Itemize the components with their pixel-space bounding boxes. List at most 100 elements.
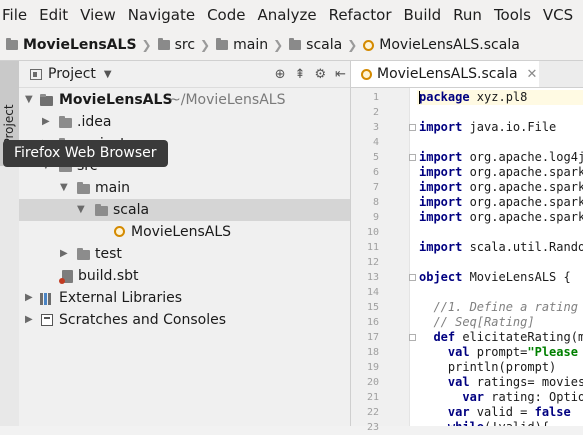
- breadcrumb-project-label: MovieLensALS: [23, 37, 137, 53]
- collapsed-arrow-icon[interactable]: ▶: [25, 287, 33, 309]
- code-token: //1. Define a rating e: [419, 300, 583, 314]
- code-line: import org.apache.spark: [419, 165, 583, 180]
- expanded-arrow-icon[interactable]: ▼: [60, 177, 68, 199]
- code-token: object: [419, 270, 463, 284]
- line-number: 14: [366, 287, 379, 298]
- hide-panel-icon[interactable]: ⇤: [335, 67, 346, 82]
- tree-item-path: ~/MovieLensALS: [169, 92, 286, 108]
- collapsed-arrow-icon[interactable]: ▶: [25, 309, 33, 331]
- tree-item-label: MovieLensALS: [59, 92, 173, 108]
- breadcrumb-main[interactable]: main: [210, 37, 268, 53]
- menu-window[interactable]: Wi: [579, 0, 583, 30]
- line-number-gutter: 1 2 3 4 5 6 7 8 9 10 11 12 13 14 15 16 17 18 19 20 21 22 23: [351, 88, 410, 433]
- line-number: 10: [366, 227, 379, 238]
- panel-toolbar: ⊕ ⇞ ⚙ ⇤: [275, 61, 346, 87]
- line-number: 1: [372, 92, 379, 103]
- menu-tools[interactable]: Tools: [488, 0, 537, 30]
- code-line: var valid = false: [419, 405, 571, 420]
- breadcrumb: MovieLensALS ❯ src ❯ main ❯ scala ❯ Movi…: [0, 30, 583, 61]
- code-line: object MovieLensALS {: [419, 270, 571, 285]
- code-token: import: [419, 180, 463, 194]
- menu-analyze[interactable]: Analyze: [251, 0, 322, 30]
- code-token: import: [419, 120, 463, 134]
- breadcrumb-file-label: MovieLensALS.scala: [379, 37, 520, 53]
- expanded-arrow-icon[interactable]: ▼: [25, 89, 33, 111]
- tree-item-label: External Libraries: [59, 290, 182, 306]
- collapse-all-icon[interactable]: ⇞: [295, 67, 306, 82]
- project-panel: Project ▼ ⊕ ⇞ ⚙ ⇤ ▼ MovieLensALS ~/Movie…: [19, 61, 351, 426]
- tree-item-main[interactable]: ▼ main: [19, 177, 350, 199]
- fold-marker-icon[interactable]: [409, 154, 416, 161]
- project-icon: [30, 68, 42, 80]
- tool-window-strip: 1: Project: [0, 61, 20, 426]
- code-token: import: [419, 195, 463, 209]
- menu-code[interactable]: Code: [201, 0, 251, 30]
- tree-item-build-sbt[interactable]: build.sbt: [19, 265, 350, 287]
- close-icon[interactable]: ✕: [527, 67, 538, 82]
- locate-icon[interactable]: ⊕: [275, 67, 286, 82]
- tree-item-label: test: [95, 246, 122, 262]
- code-token: ratings= movies: [469, 375, 583, 389]
- editor-tab-label: MovieLensALS.scala: [377, 66, 518, 82]
- code-line: println(prompt): [419, 360, 556, 375]
- project-panel-title[interactable]: Project: [48, 66, 96, 82]
- code-token: import: [419, 240, 463, 254]
- line-number: 8: [372, 197, 379, 208]
- fold-marker-icon[interactable]: [409, 124, 416, 131]
- scala-object-icon: [361, 68, 372, 80]
- code-token: elicitateRating(mo: [455, 330, 583, 344]
- breadcrumb-main-label: main: [233, 37, 269, 53]
- line-number: 7: [372, 182, 379, 193]
- menu-navigate[interactable]: Navigate: [122, 0, 201, 30]
- menu-file[interactable]: File: [0, 0, 33, 30]
- code-token: def: [419, 330, 456, 344]
- tree-item-label: main: [95, 180, 130, 196]
- expanded-arrow-icon[interactable]: ▼: [77, 199, 85, 221]
- code-token: val: [419, 375, 470, 389]
- line-number: 20: [366, 377, 379, 388]
- line-number: 18: [366, 347, 379, 358]
- menu-vcs[interactable]: VCS: [537, 0, 579, 30]
- menu-refactor[interactable]: Refactor: [323, 0, 398, 30]
- tree-item-test[interactable]: ▶ test: [19, 243, 350, 265]
- code-token: import: [419, 210, 463, 224]
- project-panel-header: Project ▼ ⊕ ⇞ ⚙ ⇤: [19, 61, 350, 88]
- code-token: "Please r: [527, 345, 578, 359]
- collapsed-arrow-icon[interactable]: ▶: [42, 111, 50, 133]
- chevron-right-icon: ❯: [141, 38, 152, 52]
- tree-item-scratches[interactable]: ▶ Scratches and Consoles: [19, 309, 350, 331]
- code-token: var: [419, 390, 485, 404]
- tree-item-scala[interactable]: ▼ scala: [19, 199, 350, 221]
- menu-build[interactable]: Build: [398, 0, 448, 30]
- code-token: org.apache.spark: [462, 165, 583, 179]
- code-token: (!valid){: [484, 420, 549, 426]
- tree-item-project-root[interactable]: ▼ MovieLensALS ~/MovieLensALS: [19, 89, 350, 111]
- editor-tab[interactable]: MovieLensALS.scala ✕: [351, 61, 539, 87]
- tree-item-movielensals[interactable]: MovieLensALS: [19, 221, 350, 243]
- folder-icon: [6, 38, 18, 50]
- fold-marker-icon[interactable]: [409, 274, 416, 281]
- dropdown-arrow-icon[interactable]: ▼: [104, 69, 112, 80]
- line-number: 4: [372, 137, 379, 148]
- breadcrumb-src[interactable]: src: [152, 37, 195, 53]
- text-caret: [419, 91, 420, 104]
- code-line: val ratings= movies: [419, 375, 583, 390]
- breadcrumb-project[interactable]: MovieLensALS: [0, 37, 137, 53]
- code-line: //1. Define a rating e: [419, 300, 583, 315]
- gear-icon[interactable]: ⚙: [314, 67, 326, 82]
- code-area[interactable]: package xyz.pl8 import java.io.File import…: [417, 88, 583, 426]
- tree-item-label: Scratches and Consoles: [59, 312, 226, 328]
- breadcrumb-file[interactable]: MovieLensALS.scala: [357, 37, 520, 53]
- tree-item-external-libraries[interactable]: ▶ External Libraries: [19, 287, 350, 309]
- breadcrumb-scala[interactable]: scala: [283, 37, 342, 53]
- code-token: package: [419, 90, 470, 104]
- code-line: def elicitateRating(mo: [419, 330, 583, 345]
- menu-edit[interactable]: Edit: [33, 0, 74, 30]
- collapsed-arrow-icon[interactable]: ▶: [60, 243, 68, 265]
- code-token: valid =: [469, 405, 535, 419]
- menu-view[interactable]: View: [74, 0, 122, 30]
- tree-item-idea[interactable]: ▶ .idea: [19, 111, 350, 133]
- fold-marker-icon[interactable]: [409, 334, 416, 341]
- folder-icon: [77, 182, 90, 194]
- menu-run[interactable]: Run: [447, 0, 488, 30]
